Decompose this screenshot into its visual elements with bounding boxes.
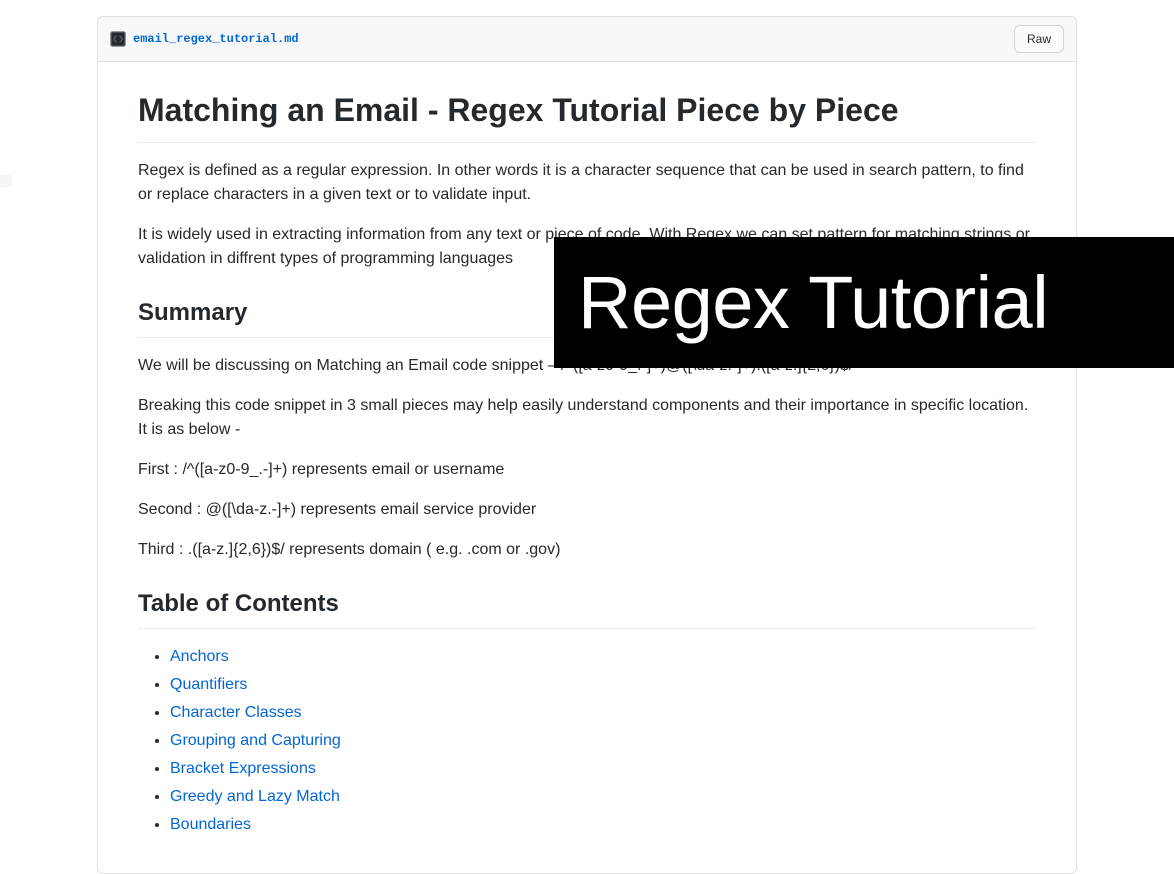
summary-p5: Third : .([a-z.]{2,6})$/ represents doma… — [138, 538, 1036, 562]
summary-p4: Second : @([\da-z.-]+) represents email … — [138, 498, 1036, 522]
summary-p2: Breaking this code snippet in 3 small pi… — [138, 394, 1036, 442]
raw-button[interactable]: Raw — [1014, 25, 1064, 53]
intro-paragraph-1: Regex is defined as a regular expression… — [138, 159, 1036, 207]
overlay-banner: Regex Tutorial — [554, 237, 1174, 368]
list-item: Quantifiers — [170, 673, 1036, 697]
list-item: Greedy and Lazy Match — [170, 785, 1036, 809]
filename-link[interactable]: email_regex_tutorial.md — [133, 32, 299, 46]
toc-list: Anchors Quantifiers Character Classes Gr… — [138, 645, 1036, 837]
toc-link-grouping-capturing[interactable]: Grouping and Capturing — [170, 732, 341, 749]
list-item: Boundaries — [170, 813, 1036, 837]
toc-link-greedy-lazy[interactable]: Greedy and Lazy Match — [170, 788, 340, 805]
toc-link-anchors[interactable]: Anchors — [170, 648, 229, 665]
list-item: Grouping and Capturing — [170, 729, 1036, 753]
summary-p3: First : /^([a-z0-9_.-]+) represents emai… — [138, 458, 1036, 482]
readme-content: Matching an Email - Regex Tutorial Piece… — [98, 62, 1076, 873]
list-item: Anchors — [170, 645, 1036, 669]
toc-heading: Table of Contents — [138, 586, 1036, 629]
toc-link-boundaries[interactable]: Boundaries — [170, 816, 251, 833]
file-info: email_regex_tutorial.md — [110, 31, 299, 47]
page-title: Matching an Email - Regex Tutorial Piece… — [138, 86, 1036, 143]
toc-link-quantifiers[interactable]: Quantifiers — [170, 676, 247, 693]
toc-link-bracket-expressions[interactable]: Bracket Expressions — [170, 760, 316, 777]
gist-file-box: email_regex_tutorial.md Raw Matching an … — [97, 16, 1077, 874]
list-item: Character Classes — [170, 701, 1036, 725]
toc-link-character-classes[interactable]: Character Classes — [170, 704, 302, 721]
gist-header: email_regex_tutorial.md Raw — [98, 17, 1076, 62]
list-item: Bracket Expressions — [170, 757, 1036, 781]
code-icon — [110, 31, 126, 47]
overlay-text: Regex Tutorial — [578, 260, 1048, 345]
left-edge-sliver — [0, 175, 12, 187]
